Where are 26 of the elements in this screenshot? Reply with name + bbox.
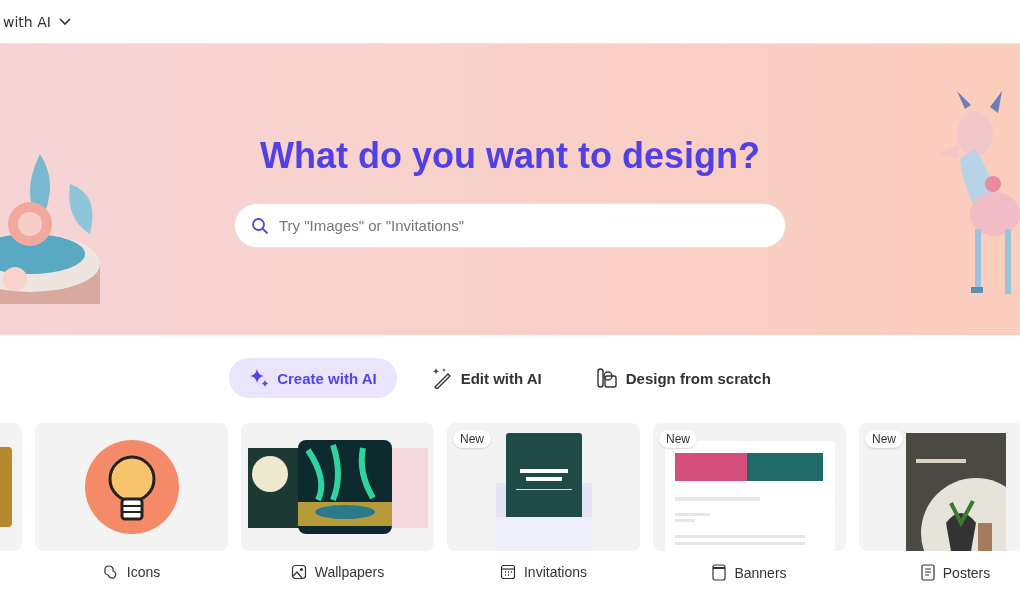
- calendar-icon: [499, 564, 516, 580]
- mode-tab[interactable]: Create with AI: [229, 358, 397, 398]
- category-label[interactable]: Wallpapers: [314, 564, 385, 580]
- category-label[interactable]: Invitations: [523, 564, 587, 580]
- image-icon: [290, 564, 307, 580]
- search-field[interactable]: Try "Images" or "Invitations": [234, 203, 786, 248]
- template-card[interactable]: New: [859, 423, 1020, 551]
- new-badge: New: [659, 430, 697, 448]
- sparkle-icon: [249, 368, 270, 388]
- mode-tab[interactable]: Edit with AI: [410, 358, 562, 398]
- template-card[interactable]: New: [653, 423, 846, 551]
- menu-dropdown[interactable]: with AI: [0, 13, 74, 30]
- mode-tab[interactable]: Design from scratch: [575, 358, 791, 398]
- new-badge: New: [453, 430, 491, 448]
- category-label[interactable]: Banners: [734, 564, 787, 581]
- magic-wand-icon: [430, 367, 453, 389]
- new-badge: New: [865, 430, 903, 448]
- hero-title: What do you want to design?: [260, 135, 760, 177]
- template-card[interactable]: [241, 423, 434, 551]
- banner-icon: [712, 564, 727, 581]
- category-label[interactable]: Icons: [126, 564, 161, 580]
- template-card[interactable]: New: [447, 423, 640, 551]
- chevron-down-icon: [58, 17, 71, 26]
- template-card[interactable]: [35, 423, 228, 551]
- category-label[interactable]: Posters: [942, 564, 991, 581]
- document-icon: [920, 564, 935, 581]
